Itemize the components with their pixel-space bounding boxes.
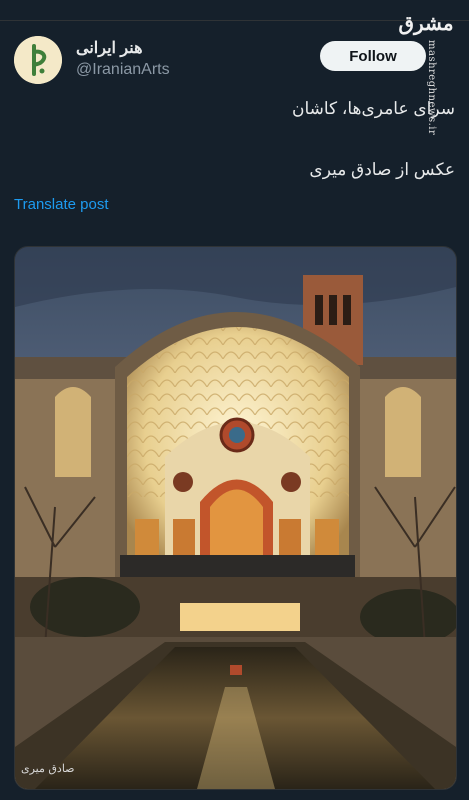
display-name[interactable]: هنر ایرانی — [76, 38, 143, 58]
translate-post-link[interactable]: Translate post — [14, 196, 109, 213]
news-watermark: مشرق mashreghnews.ir — [396, 11, 456, 135]
follow-button[interactable]: Follow — [320, 41, 426, 71]
avatar[interactable] — [14, 36, 62, 84]
tweet-text-line-2: عکس از صادق میری — [309, 160, 455, 179]
user-handle[interactable]: @IranianArts — [76, 61, 170, 79]
tweet-text-line-1: سرای عامری‌ها، کاشان — [291, 99, 455, 118]
watermark-logo: مشرق — [398, 11, 454, 35]
photographer-signature: صادق میری — [21, 762, 75, 775]
signature-text: صادق میری — [21, 762, 75, 775]
courtyard-building-photo[interactable]: صادق میری — [14, 246, 457, 790]
photo-illustration: صادق میری — [15, 247, 456, 789]
watermark-site: mashreghnews.ir — [426, 40, 437, 136]
calligraphy-logo-icon — [14, 36, 62, 84]
